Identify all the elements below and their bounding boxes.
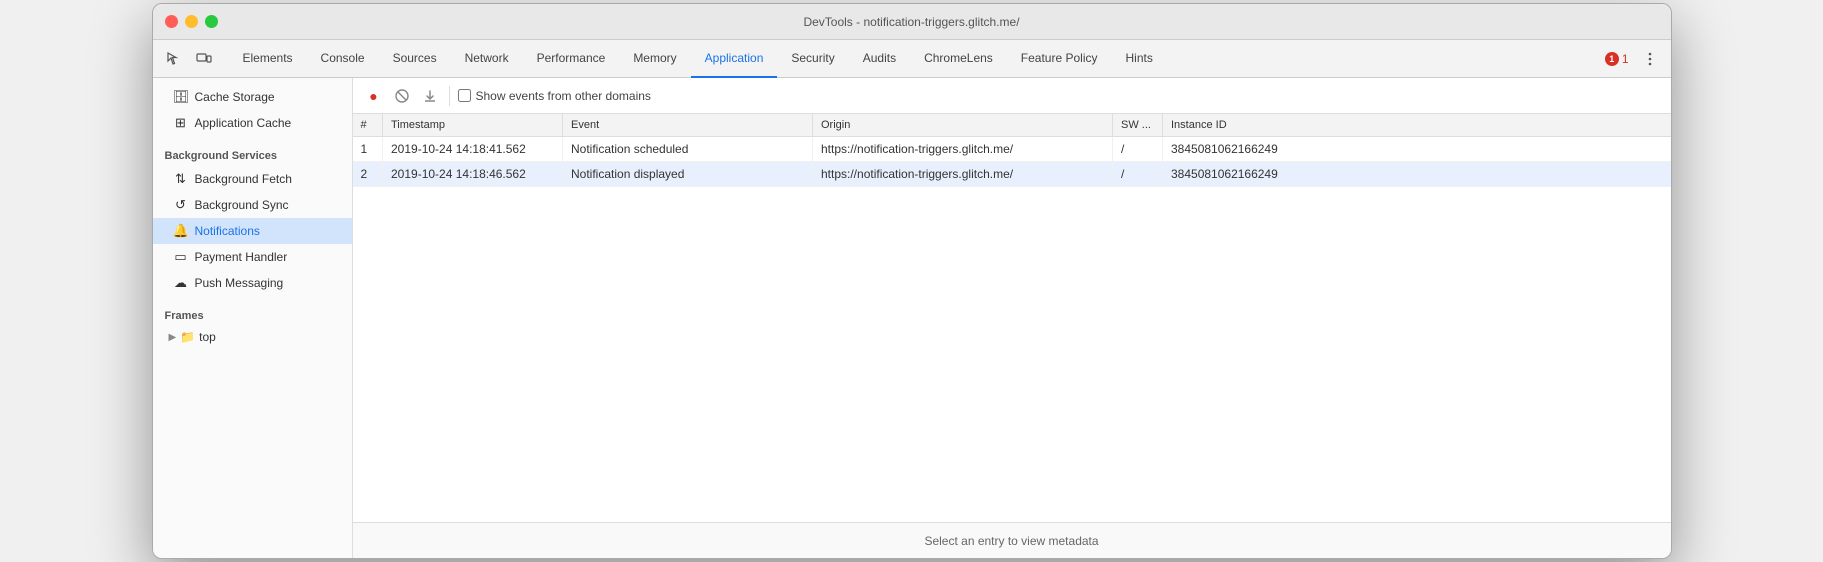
sidebar-item-background-fetch-label: Background Fetch [195, 172, 292, 186]
sidebar-item-cache-storage[interactable]: 🗄 Cache Storage [153, 84, 352, 110]
titlebar: DevTools - notification-triggers.glitch.… [153, 4, 1671, 40]
minimize-button[interactable] [185, 15, 198, 28]
show-other-domains-toggle[interactable]: Show events from other domains [458, 89, 651, 103]
frames-label: Frames [153, 302, 352, 326]
status-bar: Select an entry to view metadata [353, 522, 1671, 558]
cell-timestamp-1: 2019-10-24 14:18:41.562 [383, 137, 563, 162]
background-services-label: Background Services [153, 142, 352, 166]
sidebar-item-push-messaging-label: Push Messaging [195, 276, 284, 290]
tab-audits[interactable]: Audits [849, 40, 910, 78]
cell-event-1: Notification scheduled [563, 137, 813, 162]
notifications-icon: 🔔 [173, 223, 189, 239]
arrow-icon: ▶ [169, 332, 177, 343]
sidebar-item-cache-storage-label: Cache Storage [195, 90, 275, 104]
show-other-domains-label: Show events from other domains [476, 89, 651, 103]
col-header-instance: Instance ID [1163, 114, 1671, 137]
maximize-button[interactable] [205, 15, 218, 28]
error-badge[interactable]: 1 1 [1605, 52, 1629, 66]
tab-feature-policy[interactable]: Feature Policy [1007, 40, 1112, 78]
tab-security[interactable]: Security [777, 40, 848, 78]
tab-elements[interactable]: Elements [229, 40, 307, 78]
sidebar-item-frames-top[interactable]: ▶ 📁 top [153, 326, 352, 348]
push-messaging-icon: ☁ [173, 275, 189, 291]
cell-sw-1: / [1113, 137, 1163, 162]
notifications-toolbar: ● Show events from o [353, 78, 1671, 114]
cache-storage-icon: 🗄 [173, 89, 189, 105]
cell-event-2: Notification displayed [563, 162, 813, 187]
sidebar-item-push-messaging[interactable]: ☁ Push Messaging [153, 270, 352, 296]
tab-application[interactable]: Application [691, 40, 778, 78]
sidebar-item-application-cache[interactable]: ⊞ Application Cache [153, 110, 352, 136]
window-title: DevTools - notification-triggers.glitch.… [803, 15, 1019, 29]
tab-chromelens[interactable]: ChromeLens [910, 40, 1007, 78]
show-other-domains-checkbox[interactable] [458, 89, 471, 102]
table-header-row: # Timestamp Event Origin SW ... Instance… [353, 114, 1671, 137]
sidebar-item-background-fetch[interactable]: ⇅ Background Fetch [153, 166, 352, 192]
cell-num-2: 2 [353, 162, 383, 187]
col-header-num: # [353, 114, 383, 137]
tab-icons [161, 46, 217, 72]
devtools-window: DevTools - notification-triggers.glitch.… [152, 3, 1672, 559]
col-header-event: Event [563, 114, 813, 137]
close-button[interactable] [165, 15, 178, 28]
application-cache-icon: ⊞ [173, 115, 189, 131]
tab-network[interactable]: Network [451, 40, 523, 78]
window-controls [165, 15, 218, 28]
table-row[interactable]: 2 2019-10-24 14:18:46.562 Notification d… [353, 162, 1671, 187]
sidebar-item-payment-handler-label: Payment Handler [195, 250, 288, 264]
inspect-icon[interactable] [161, 46, 187, 72]
devtools-tab-bar: Elements Console Sources Network Perform… [153, 40, 1671, 78]
frames-top-label: top [199, 330, 216, 344]
content-area: ● Show events from o [353, 78, 1671, 558]
clear-button[interactable] [391, 85, 413, 107]
tab-console[interactable]: Console [307, 40, 379, 78]
tab-hints[interactable]: Hints [1112, 40, 1167, 78]
sidebar-item-application-cache-label: Application Cache [195, 116, 292, 130]
device-toolbar-icon[interactable] [191, 46, 217, 72]
tab-memory[interactable]: Memory [619, 40, 690, 78]
cell-timestamp-2: 2019-10-24 14:18:46.562 [383, 162, 563, 187]
cell-instance-2: 3845081062166249 [1163, 162, 1671, 187]
toolbar-divider [449, 86, 450, 106]
payment-handler-icon: ▭ [173, 249, 189, 265]
col-header-timestamp: Timestamp [383, 114, 563, 137]
status-text: Select an entry to view metadata [924, 534, 1098, 548]
more-options-icon[interactable] [1637, 46, 1663, 72]
sidebar-item-notifications[interactable]: 🔔 Notifications [153, 218, 352, 244]
tab-performance[interactable]: Performance [523, 40, 620, 78]
cell-sw-2: / [1113, 162, 1163, 187]
sidebar: 🗄 Cache Storage ⊞ Application Cache Back… [153, 78, 353, 558]
error-count-label: 1 [1622, 52, 1629, 66]
cell-instance-1: 3845081062166249 [1163, 137, 1671, 162]
cell-origin-2: https://notification-triggers.glitch.me/ [813, 162, 1113, 187]
notifications-table-container: # Timestamp Event Origin SW ... Instance… [353, 114, 1671, 522]
record-icon: ● [369, 88, 377, 104]
col-header-origin: Origin [813, 114, 1113, 137]
save-button[interactable] [419, 85, 441, 107]
cell-num-1: 1 [353, 137, 383, 162]
col-header-sw: SW ... [1113, 114, 1163, 137]
tab-right-area: 1 1 [1605, 46, 1663, 72]
sidebar-item-background-sync[interactable]: ↺ Background Sync [153, 192, 352, 218]
background-sync-icon: ↺ [173, 197, 189, 213]
record-button[interactable]: ● [363, 85, 385, 107]
cell-origin-1: https://notification-triggers.glitch.me/ [813, 137, 1113, 162]
error-count-badge: 1 [1605, 52, 1619, 66]
sidebar-item-notifications-label: Notifications [195, 224, 260, 238]
folder-icon: 📁 [180, 330, 195, 344]
main-layout: 🗄 Cache Storage ⊞ Application Cache Back… [153, 78, 1671, 558]
sidebar-item-background-sync-label: Background Sync [195, 198, 289, 212]
sidebar-item-payment-handler[interactable]: ▭ Payment Handler [153, 244, 352, 270]
notifications-table: # Timestamp Event Origin SW ... Instance… [353, 114, 1671, 187]
background-fetch-icon: ⇅ [173, 171, 189, 187]
table-row[interactable]: 1 2019-10-24 14:18:41.562 Notification s… [353, 137, 1671, 162]
tab-sources[interactable]: Sources [379, 40, 451, 78]
